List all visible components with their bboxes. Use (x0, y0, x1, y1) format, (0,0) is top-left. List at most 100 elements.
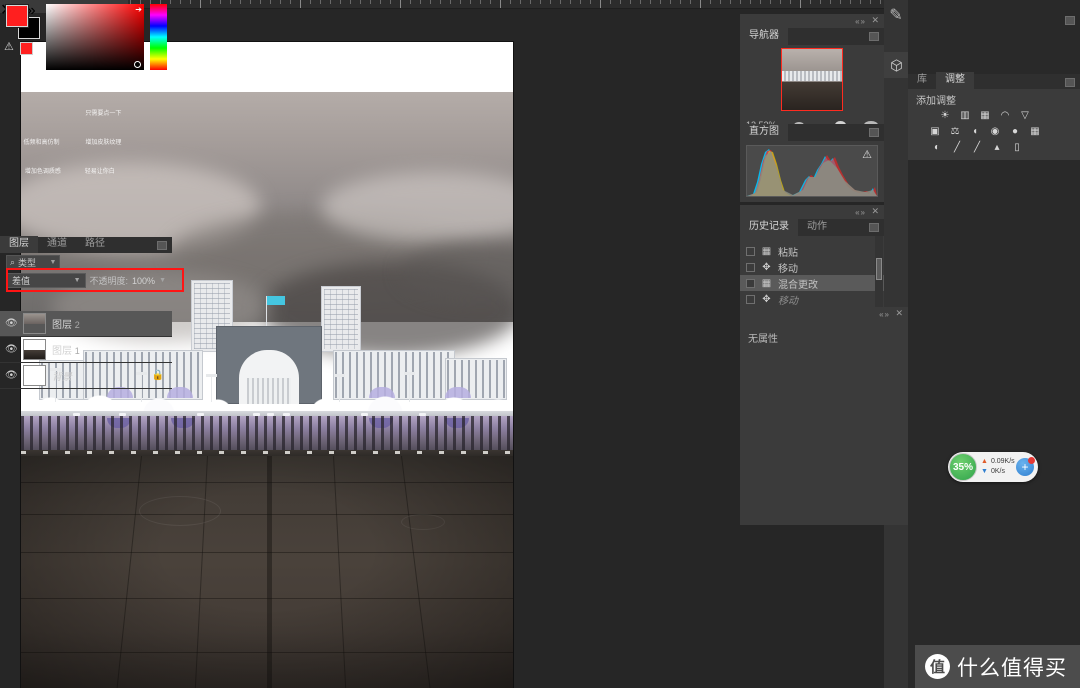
tab-paths[interactable]: 路径 (76, 236, 114, 253)
adjustments-tabs[interactable]: 库 调整 (908, 72, 1080, 89)
properties-panel[interactable]: «» ✕ 无属性 (740, 307, 908, 525)
chevron-down-icon[interactable]: ▼ (159, 277, 166, 284)
adjustments-icon-grid[interactable]: ☀ ▥ ▦ ◠ ▽ ▣ ⚖ ◖ ◉ ● ▦ ◐ ╱ ╱ ▴ ▯ (908, 109, 1080, 157)
navigator-tabs[interactable]: 导航器 (740, 28, 884, 45)
history-titlebar[interactable]: «» ✕ (740, 205, 884, 219)
invert-icon[interactable]: ◐ (930, 141, 944, 154)
layer-thumbnail[interactable] (23, 365, 46, 386)
panel-menu-icon[interactable] (869, 223, 879, 232)
navigator-preview[interactable] (740, 45, 884, 115)
web-safe-color-swatch[interactable] (20, 42, 33, 55)
gradient-map-icon[interactable]: ▴ (990, 141, 1004, 154)
progress-ring[interactable]: 35% (949, 453, 977, 481)
close-icon[interactable]: ✕ (871, 207, 879, 216)
tab-library[interactable]: 库 (908, 72, 936, 89)
panel-menu-icon[interactable] (1065, 78, 1075, 87)
panel-menu-icon[interactable] (869, 32, 879, 41)
progress-percent: 35% (952, 461, 973, 473)
eye-icon[interactable]: 👁 (5, 318, 18, 329)
history-panel[interactable]: «» ✕ 历史记录 动作 ▦ 粘贴 ✥ 移动 ▦ 混合更改 ✥ 移动 (740, 205, 884, 324)
panel-menu-icon[interactable] (157, 241, 167, 250)
history-item-label: 移动 (778, 263, 798, 275)
table-row[interactable]: 👁 图层 2 (0, 311, 172, 337)
blend-mode-row[interactable]: 差值 ▼ 不透明度: 100% ▼ (0, 268, 184, 292)
collapse-icon[interactable]: «» (879, 310, 890, 319)
history-snapshot-checkbox[interactable] (746, 294, 755, 304)
add-task-button[interactable]: + (1016, 457, 1035, 476)
panel-menu-icon[interactable] (869, 128, 879, 137)
levels-icon[interactable]: ▥ (958, 109, 972, 122)
gamut-warning-icon[interactable]: ⚠ (4, 42, 14, 53)
histogram-panel[interactable]: 直方图 ⚠ (740, 124, 884, 202)
history-list[interactable]: ▦ 粘贴 ✥ 移动 ▦ 混合更改 ✥ 移动 (740, 236, 884, 307)
move-icon: ✥ (762, 293, 771, 305)
eye-icon[interactable]: 👁 (5, 344, 18, 355)
watermark-logo: 值 (925, 654, 950, 679)
brightness-contrast-icon[interactable]: ☀ (938, 109, 952, 122)
layer-thumbnail[interactable] (23, 313, 46, 334)
layer-list[interactable]: 👁 图层 2 👁 图层 1 👁 背景 🔒 (0, 310, 172, 389)
history-item[interactable]: ▦ 粘贴 (740, 243, 884, 259)
foreground-color-swatch[interactable] (5, 4, 29, 28)
selective-color-icon[interactable]: ▯ (1010, 141, 1024, 154)
panel-menu-icon[interactable] (1065, 16, 1075, 25)
layer-name-text: 图层 (52, 320, 72, 331)
threshold-icon[interactable]: ╱ (970, 141, 984, 154)
layer-filter-type-select[interactable]: ⌕ 类型 ▼ (6, 255, 61, 269)
move-icon: ✥ (762, 261, 771, 273)
posterize-icon[interactable]: ╱ (950, 141, 964, 154)
tab-history[interactable]: 历史记录 (740, 219, 798, 236)
layer-name[interactable]: 图层 2 (52, 316, 80, 331)
color-swatches[interactable] (5, 4, 41, 40)
history-item[interactable]: ▦ 混合更改 (740, 275, 884, 291)
adjustments-panel[interactable]: 库 调整 添加调整 ☀ ▥ ▦ ◠ ▽ ▣ ⚖ ◖ ◉ ● ▦ ◐ ╱ ╱ ▴ … (908, 72, 1080, 160)
tab-adjustments[interactable]: 调整 (936, 72, 974, 89)
channel-mixer-icon[interactable]: ● (1008, 125, 1022, 138)
color-balance-icon[interactable]: ⚖ (948, 125, 962, 138)
history-snapshot-checkbox[interactable] (746, 278, 755, 288)
color-field-marker[interactable] (134, 61, 141, 68)
history-item[interactable]: ✥ 移动 (740, 291, 884, 307)
tab-navigator[interactable]: 导航器 (740, 28, 788, 45)
arrow-up-icon: ▲ (981, 458, 988, 465)
tab-histogram[interactable]: 直方图 (740, 124, 788, 141)
navigator-titlebar[interactable]: «» ✕ (740, 14, 884, 28)
close-icon[interactable]: ✕ (871, 16, 879, 25)
properties-titlebar[interactable]: «» ✕ (740, 307, 908, 321)
network-speed-widget[interactable]: 35% ▲ 0.09K/s ▼ 0K/s + (948, 452, 1038, 482)
3d-cube-icon[interactable] (884, 52, 908, 78)
photo-filter-icon[interactable]: ◉ (988, 125, 1002, 138)
table-row[interactable]: 👁 背景 🔒 (0, 363, 172, 389)
layer-thumbnail[interactable] (23, 339, 46, 360)
black-white-icon[interactable]: ◖ (968, 125, 982, 138)
history-snapshot-checkbox[interactable] (746, 262, 755, 272)
layer-name[interactable]: 图层 1 (52, 342, 80, 357)
collapse-icon[interactable]: «» (855, 208, 866, 217)
tab-layers[interactable]: 图层 (0, 236, 38, 253)
history-scrollbar[interactable] (875, 236, 883, 307)
hue-saturation-icon[interactable]: ▣ (928, 125, 942, 138)
collapse-icon[interactable]: «» (855, 17, 866, 26)
curves-icon[interactable]: ▦ (978, 109, 992, 122)
color-field[interactable]: ➔ (46, 4, 144, 70)
layer-name[interactable]: 背景 (52, 368, 72, 383)
eye-icon[interactable]: 👁 (5, 370, 18, 381)
tab-actions[interactable]: 动作 (798, 219, 836, 236)
opacity-value[interactable]: 100% (132, 276, 155, 286)
history-snapshot-checkbox[interactable] (746, 246, 755, 256)
table-row[interactable]: 👁 图层 1 (0, 337, 172, 363)
navigator-panel[interactable]: «» ✕ 导航器 12.52% (740, 14, 884, 135)
histogram-tabs[interactable]: 直方图 (740, 124, 884, 141)
close-icon[interactable]: ✕ (895, 309, 903, 318)
navigator-thumbnail[interactable] (781, 48, 843, 111)
history-item[interactable]: ✥ 移动 (740, 259, 884, 275)
hue-strip[interactable] (150, 4, 167, 70)
blend-mode-select[interactable]: 差值 ▼ (6, 273, 86, 288)
vibrance-icon[interactable]: ▽ (1018, 109, 1032, 122)
history-brush-icon[interactable]: ✎ (884, 2, 908, 28)
color-lookup-icon[interactable]: ▦ (1028, 125, 1042, 138)
layers-tabs[interactable]: 图层 通道 路径 (0, 236, 172, 253)
tab-channels[interactable]: 通道 (38, 236, 76, 253)
history-tabs[interactable]: 历史记录 动作 (740, 219, 884, 236)
exposure-icon[interactable]: ◠ (998, 109, 1012, 122)
